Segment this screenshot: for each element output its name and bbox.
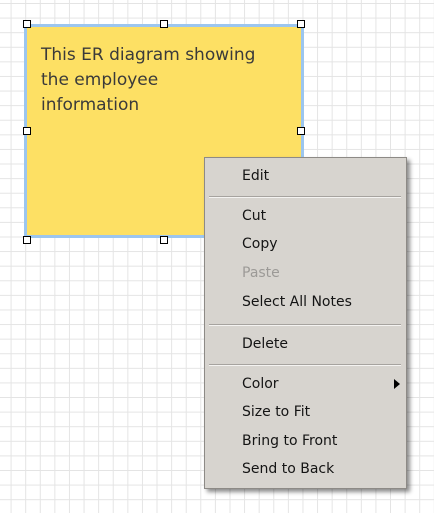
- menu-item-send-to-back[interactable]: Send to Back: [205, 455, 406, 483]
- menu-separator: [209, 364, 401, 366]
- resize-handle-top-left[interactable]: [23, 20, 31, 28]
- menu-item-color[interactable]: Color: [205, 370, 406, 398]
- menu-separator: [209, 324, 401, 326]
- context-menu: Edit Cut Copy Paste Select All Notes Del…: [204, 157, 407, 489]
- menu-item-delete[interactable]: Delete: [205, 330, 406, 358]
- submenu-arrow-icon: [394, 379, 400, 389]
- diagram-canvas[interactable]: This ER diagram showing the employee inf…: [0, 0, 434, 513]
- menu-item-color-label: Color: [242, 376, 279, 392]
- menu-item-size-to-fit[interactable]: Size to Fit: [205, 398, 406, 426]
- resize-handle-middle-left[interactable]: [23, 127, 31, 135]
- menu-item-select-all-notes[interactable]: Select All Notes: [205, 288, 406, 316]
- menu-separator: [209, 196, 401, 198]
- menu-item-edit[interactable]: Edit: [205, 162, 406, 190]
- menu-item-copy[interactable]: Copy: [205, 230, 406, 258]
- menu-item-paste: Paste: [242, 265, 280, 281]
- resize-handle-bottom-center[interactable]: [160, 236, 168, 244]
- resize-handle-top-right[interactable]: [297, 20, 305, 28]
- menu-item-cut[interactable]: Cut: [205, 202, 406, 230]
- resize-handle-middle-right[interactable]: [297, 127, 305, 135]
- resize-handle-bottom-left[interactable]: [23, 236, 31, 244]
- note-text: This ER diagram showing the employee inf…: [41, 45, 256, 115]
- resize-handle-top-center[interactable]: [160, 20, 168, 28]
- menu-item-bring-to-front[interactable]: Bring to Front: [205, 427, 406, 455]
